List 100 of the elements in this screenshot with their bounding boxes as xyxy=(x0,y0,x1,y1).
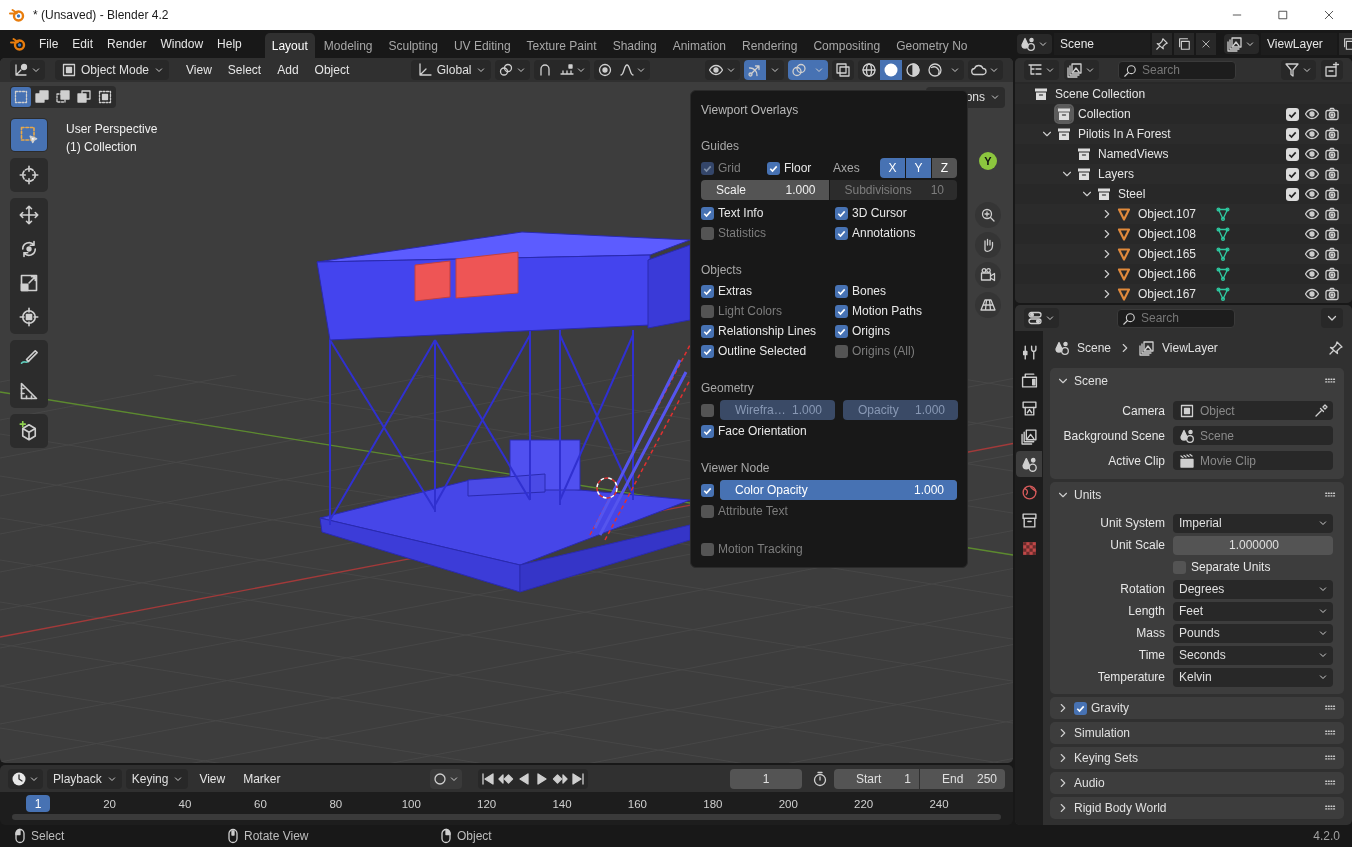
checkbox[interactable] xyxy=(1285,127,1299,141)
checkbox[interactable] xyxy=(701,284,714,298)
pivot-button[interactable] xyxy=(495,60,531,80)
outliner-item-label[interactable]: Pilotis In A Forest xyxy=(1078,127,1171,141)
outliner-item-label[interactable]: Layers xyxy=(1098,167,1135,181)
dropdown[interactable]: Pounds xyxy=(1173,623,1333,643)
option-label[interactable]: Floor xyxy=(784,161,812,175)
scrollbar[interactable] xyxy=(12,814,1001,820)
option-label[interactable]: 3D Cursor xyxy=(852,206,907,220)
search-field[interactable]: Search xyxy=(1117,308,1235,328)
overlays-toggle[interactable] xyxy=(788,60,810,80)
menu-item[interactable]: View xyxy=(179,60,219,80)
navigation-button[interactable] xyxy=(975,232,1001,258)
menu-item[interactable]: Edit xyxy=(65,34,101,54)
menu-item[interactable]: Object xyxy=(307,60,357,80)
menu-item[interactable]: Window xyxy=(153,34,211,54)
current-frame-marker[interactable]: 1 xyxy=(26,795,50,812)
dropdown[interactable]: Imperial xyxy=(1173,513,1333,533)
outliner-item-label[interactable]: NamedViews xyxy=(1098,147,1169,161)
close-button[interactable] xyxy=(1196,33,1216,55)
menu-item[interactable]: Select xyxy=(220,60,269,80)
select-mode-button[interactable] xyxy=(11,87,31,107)
number-field[interactable]: 1.000000 xyxy=(1173,535,1333,555)
checkbox[interactable] xyxy=(835,284,848,298)
checkbox[interactable] xyxy=(835,226,848,240)
current-frame-field[interactable]: 1 xyxy=(730,768,802,789)
checkbox[interactable] xyxy=(701,542,714,556)
option-label[interactable]: Separate Units xyxy=(1191,560,1271,574)
checkbox[interactable] xyxy=(1285,147,1299,161)
checkbox[interactable] xyxy=(701,483,714,497)
option-label[interactable]: Statistics xyxy=(718,226,766,240)
option-label[interactable]: Motion Tracking xyxy=(718,542,803,556)
workspace-tab[interactable]: UV Editing xyxy=(446,33,518,58)
checkbox[interactable] xyxy=(701,424,714,438)
workspace-tab[interactable]: Texture Paint xyxy=(519,33,604,58)
timeline-editor-button[interactable] xyxy=(8,768,43,789)
menu-item[interactable]: Render xyxy=(100,34,154,54)
dropdown[interactable]: Feet xyxy=(1173,601,1333,621)
panel-title[interactable]: Simulation xyxy=(1074,726,1131,740)
axis-toggle[interactable]: Y xyxy=(906,158,931,178)
xray-button[interactable] xyxy=(832,60,854,80)
breadcrumb-item[interactable]: ViewLayer xyxy=(1162,341,1218,355)
properties-tab[interactable] xyxy=(1016,451,1042,477)
checkbox[interactable] xyxy=(701,324,714,338)
menu-item[interactable]: File xyxy=(32,34,66,54)
navigation-button[interactable] xyxy=(975,292,1001,318)
menu-item[interactable]: View xyxy=(192,768,233,789)
copy-button[interactable] xyxy=(1174,33,1194,55)
option-label[interactable]: Annotations xyxy=(852,226,916,240)
option-label[interactable]: Light Colors xyxy=(718,304,783,318)
properties-editor-button[interactable] xyxy=(1024,308,1059,328)
outliner-item-label[interactable]: Scene Collection xyxy=(1055,87,1146,101)
visibility-button[interactable] xyxy=(705,60,740,80)
menu-item[interactable]: Add xyxy=(270,60,306,80)
checkbox[interactable] xyxy=(701,403,714,417)
option-label[interactable]: Origins (All) xyxy=(852,344,915,358)
checkbox[interactable] xyxy=(1285,167,1299,181)
checkbox[interactable] xyxy=(835,324,848,338)
menu-item[interactable]: Help xyxy=(210,34,249,54)
orientation-dropdown[interactable]: Global xyxy=(410,60,492,80)
scene-button[interactable] xyxy=(1017,34,1052,54)
navigation-button[interactable] xyxy=(975,202,1001,228)
checkbox[interactable] xyxy=(701,226,714,240)
object-picker-field[interactable]: Scene xyxy=(1173,426,1333,445)
dropdown[interactable]: Keying xyxy=(125,768,189,789)
workspace-tab[interactable]: Sculpting xyxy=(381,33,445,58)
checkbox[interactable] xyxy=(701,504,714,518)
checkbox[interactable] xyxy=(701,206,714,220)
checkbox[interactable] xyxy=(701,304,714,318)
view-layer-name-field[interactable]: ViewLayer xyxy=(1261,33,1337,55)
panel-title[interactable]: Rigid Body World xyxy=(1074,801,1167,815)
outliner-item-label[interactable]: Object.107 xyxy=(1138,207,1197,221)
workspace-tab[interactable]: Animation xyxy=(665,33,734,58)
panel-title[interactable]: Keying Sets xyxy=(1074,751,1139,765)
menu-item[interactable]: Marker xyxy=(236,768,288,789)
filter-button[interactable] xyxy=(1281,60,1316,80)
view-layer-button[interactable] xyxy=(1064,60,1099,80)
record-icon[interactable] xyxy=(431,770,448,787)
outliner-item-label[interactable]: Object.108 xyxy=(1138,227,1197,241)
start-frame-field[interactable]: Start 1 xyxy=(834,768,919,789)
checkbox[interactable] xyxy=(835,344,848,358)
gizmo-toggle[interactable] xyxy=(744,60,766,80)
view-layer-button[interactable] xyxy=(1224,34,1259,54)
breadcrumb-item[interactable]: Scene xyxy=(1077,341,1112,355)
workspace-tab[interactable]: Geometry No xyxy=(889,33,975,58)
option-label[interactable]: Motion Paths xyxy=(852,304,923,318)
panel-title[interactable]: Audio xyxy=(1074,776,1105,790)
scale-field[interactable]: Scale 1.000 xyxy=(701,180,829,200)
workspace-tab[interactable]: Shading xyxy=(605,33,664,58)
color-opacity-slider[interactable]: Color Opacity 1.000 xyxy=(720,480,957,500)
option-label[interactable]: Origins xyxy=(852,324,890,338)
shading-mode-button[interactable] xyxy=(880,60,902,80)
panel-title[interactable]: Units xyxy=(1074,488,1102,502)
option-label[interactable]: Bones xyxy=(852,284,887,298)
options-button[interactable] xyxy=(1321,308,1343,328)
option-label[interactable]: Relationship Lines xyxy=(718,324,817,338)
outliner-item-label[interactable]: Object.165 xyxy=(1138,247,1197,261)
outliner-item-label[interactable]: Object.166 xyxy=(1138,267,1197,281)
navigation-button[interactable] xyxy=(975,262,1001,288)
checkbox[interactable] xyxy=(1285,107,1299,121)
